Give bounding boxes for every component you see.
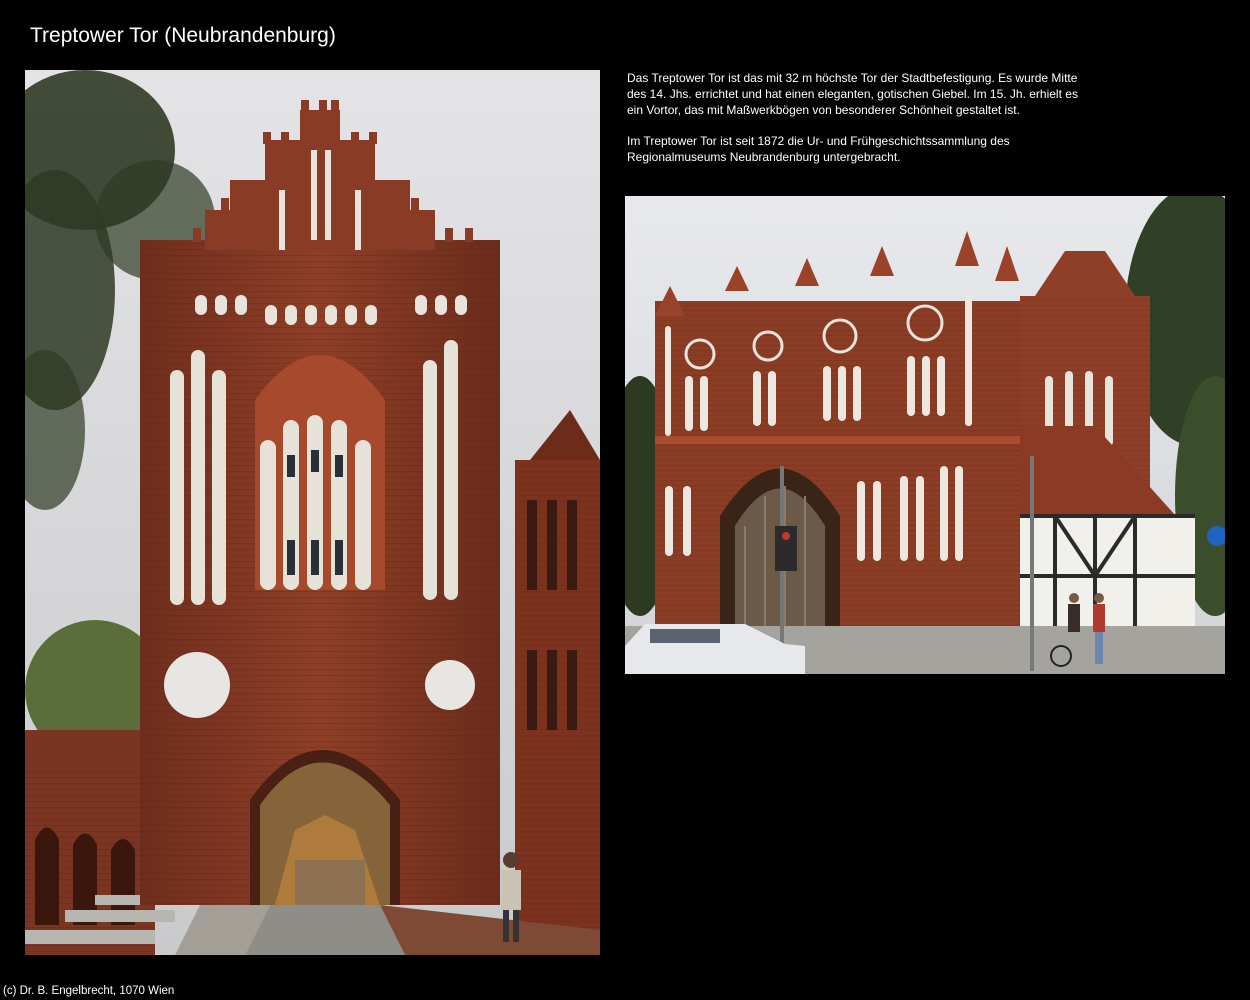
description-paragraph-1: Das Treptower Tor ist das mit 32 m höchs… xyxy=(627,71,1078,117)
forecourt-gate-illustration xyxy=(625,196,1225,674)
page-title: Treptower Tor (Neubrandenburg) xyxy=(30,24,336,47)
description-paragraph-2: Im Treptower Tor ist seit 1872 die Ur- u… xyxy=(627,134,1010,164)
description-text: Das Treptower Tor ist das mit 32 m höchs… xyxy=(627,70,1097,180)
forecourt-gate-photo xyxy=(625,196,1225,674)
gate-tower-photo xyxy=(25,70,600,955)
gate-tower-illustration xyxy=(25,70,600,955)
copyright-footer: (c) Dr. B. Engelbrecht, 1070 Wien xyxy=(3,985,175,997)
